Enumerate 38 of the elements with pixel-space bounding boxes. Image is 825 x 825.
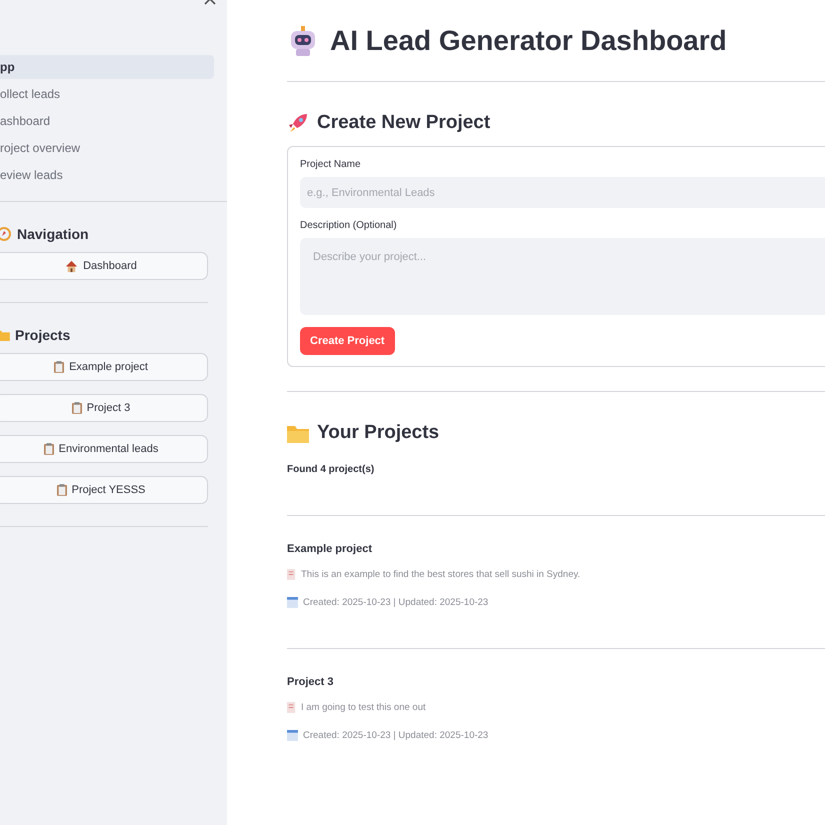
memo-icon — [287, 569, 296, 580]
calendar-icon — [287, 597, 298, 608]
project-button[interactable]: Project YESSS — [0, 476, 208, 504]
folder-icon — [287, 423, 309, 443]
clipboard-icon — [44, 443, 54, 455]
project-description: This is an example to find the best stores that sell sushi in Sydney. — [301, 569, 580, 580]
project-button[interactable]: Example project — [0, 353, 208, 381]
project-dates: Created: 2025-10-23 | Updated: 2025-10-23 — [303, 730, 488, 741]
project-name: Project 3 — [287, 676, 334, 688]
project-button[interactable]: Project 3 — [0, 394, 208, 422]
project-dates: Created: 2025-10-23 | Updated: 2025-10-23 — [303, 597, 488, 608]
section-heading: Projects — [15, 327, 70, 343]
project-count: Found 4 project(s) — [287, 464, 376, 475]
clipboard-icon — [54, 361, 64, 373]
project-name: Example project — [287, 543, 373, 555]
house-icon — [65, 260, 78, 272]
description-field[interactable]: Describe your project... — [300, 238, 825, 315]
clipboard-icon — [56, 484, 67, 496]
dashboard-button[interactable]: Dashboard — [0, 252, 208, 280]
clipboard-icon — [72, 402, 82, 414]
project-description: I am going to test this one out — [301, 702, 426, 713]
rocket-icon — [287, 112, 309, 134]
section-heading: Navigation — [17, 226, 89, 242]
project-name-field[interactable]: e.g., Environmental Leads — [300, 177, 825, 208]
nav-link[interactable]: ollect leads — [0, 82, 214, 106]
section-heading: Your Projects — [317, 422, 440, 444]
calendar-icon — [287, 730, 298, 741]
nav-link[interactable]: ashboard — [0, 109, 214, 133]
folder-icon — [0, 329, 10, 341]
field-label: Description (Optional) — [300, 220, 397, 231]
nav-link[interactable]: eview leads — [0, 163, 214, 187]
section-heading: Create New Project — [317, 112, 490, 134]
field-label: Project Name — [300, 159, 361, 170]
project-button[interactable]: Environmental leads — [0, 435, 208, 463]
memo-icon — [287, 702, 296, 713]
nav-link[interactable]: pp — [0, 55, 214, 79]
page-title: AI Lead Generator Dashboard — [330, 25, 727, 57]
nav-link[interactable]: roject overview — [0, 136, 214, 160]
